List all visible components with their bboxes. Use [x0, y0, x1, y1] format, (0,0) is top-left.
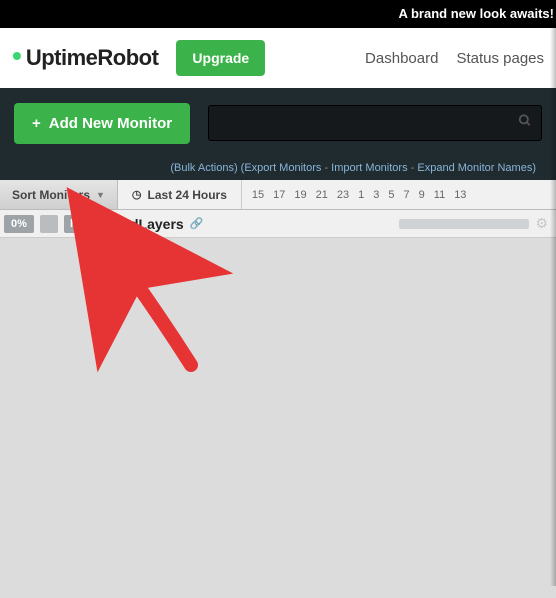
hour-tick: 7: [404, 189, 410, 201]
nav-status-pages[interactable]: Status pages: [456, 50, 544, 67]
status-chip: [40, 215, 58, 233]
add-monitor-label: Add New Monitor: [49, 115, 172, 132]
bulk-links-row: (Bulk Actions) (Export Monitors - Import…: [0, 158, 556, 180]
logo[interactable]: • UptimeRobot: [12, 45, 158, 71]
search-wrap: [208, 105, 542, 141]
plus-icon: +: [32, 115, 41, 132]
hours-scale: 15 17 19 21 23 1 3 5 7 9 11 13: [242, 180, 556, 209]
promo-text: A brand new look awaits!: [398, 6, 554, 21]
promo-banner: A brand new look awaits!: [0, 0, 556, 28]
last24-label: Last 24 Hours: [148, 188, 227, 202]
gear-icon[interactable]: ⚙: [535, 215, 548, 232]
last-24-hours: ◷ Last 24 Hours: [118, 180, 242, 209]
hour-tick: 11: [434, 189, 445, 201]
monitor-type-chip: http: [64, 215, 97, 233]
expand-names-link[interactable]: Expand Monitor Names): [417, 162, 536, 174]
bulk-actions-link[interactable]: (Bulk Actions): [170, 162, 237, 174]
upgrade-button[interactable]: Upgrade: [176, 40, 265, 76]
hour-tick: 13: [454, 189, 466, 201]
hour-tick: 15: [252, 189, 264, 201]
search-input[interactable]: [208, 105, 542, 141]
monitor-name: QuadLayers: [103, 216, 184, 232]
action-bar: + Add New Monitor: [0, 88, 556, 158]
hour-tick: 1: [358, 189, 364, 201]
content-canvas: [0, 238, 556, 598]
uptime-bar: [399, 219, 529, 229]
hour-tick: 19: [294, 189, 306, 201]
add-monitor-button[interactable]: + Add New Monitor: [14, 103, 190, 144]
hour-tick: 9: [419, 189, 425, 201]
sort-monitors-dropdown[interactable]: Sort Monitors ▼: [0, 180, 118, 209]
sort-label: Sort Monitors: [12, 188, 90, 202]
hour-tick: 17: [273, 189, 285, 201]
top-nav: • UptimeRobot Upgrade Dashboard Status p…: [0, 28, 556, 88]
link-icon[interactable]: 🔗: [190, 217, 204, 230]
import-monitors-link[interactable]: Import Monitors: [331, 162, 407, 174]
hour-tick: 5: [388, 189, 394, 201]
hour-tick: 23: [337, 189, 349, 201]
nav-dashboard[interactable]: Dashboard: [365, 50, 438, 67]
logo-text: UptimeRobot: [26, 45, 159, 71]
export-monitors-link[interactable]: (Export Monitors: [241, 162, 322, 174]
clock-icon: ◷: [132, 188, 142, 201]
hour-tick: 3: [373, 189, 379, 201]
search-icon[interactable]: [518, 114, 532, 133]
uptime-pct-chip: 0%: [4, 215, 34, 233]
hour-tick: 21: [316, 189, 328, 201]
monitor-row[interactable]: 0% http QuadLayers 🔗 ⚙: [0, 210, 556, 238]
toolbar: Sort Monitors ▼ ◷ Last 24 Hours 15 17 19…: [0, 180, 556, 210]
chevron-down-icon: ▼: [96, 190, 105, 200]
